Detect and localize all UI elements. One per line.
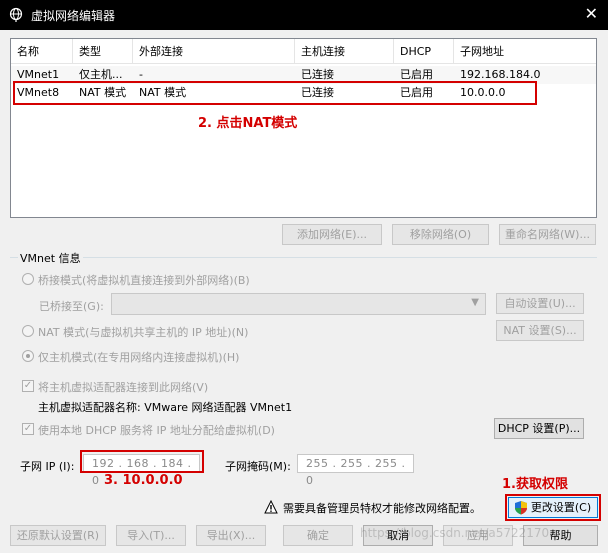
- import-button[interactable]: 导入(T)...: [116, 525, 186, 546]
- connect-adapter-label: 将主机虚拟适配器连接到此网络(V): [38, 381, 209, 394]
- col-name[interactable]: 名称: [11, 39, 73, 64]
- bridged-to-label: 已桥接至(G):: [39, 300, 104, 313]
- col-host[interactable]: 主机连接: [295, 39, 394, 64]
- vmnet-info-title: VMnet 信息: [18, 250, 83, 266]
- annotation-box-change-settings: [505, 494, 601, 521]
- bridged-to-select[interactable]: ▼: [111, 293, 486, 315]
- rename-network-button[interactable]: 重命名网络(W)...: [499, 224, 596, 245]
- bridged-label: 桥接模式(将虚拟机直接连接到外部网络)(B): [38, 274, 250, 287]
- col-subnet[interactable]: 子网地址: [454, 39, 597, 64]
- hostonly-radio[interactable]: [22, 350, 34, 362]
- table-header: 名称 类型 外部连接 主机连接 DHCP 子网地址: [11, 39, 596, 64]
- col-external[interactable]: 外部连接: [133, 39, 295, 64]
- export-button[interactable]: 导出(X)...: [196, 525, 266, 546]
- annotation-step1: 1.获取权限: [502, 477, 568, 492]
- title-bar: 虚拟网络编辑器 ✕: [0, 0, 608, 30]
- nat-radio[interactable]: [22, 325, 34, 337]
- watermark: https://blog.csdn.net/a5722170: [360, 526, 550, 540]
- window-title: 虚拟网络编辑器: [31, 9, 116, 23]
- connect-adapter-checkbox[interactable]: ✓: [22, 380, 34, 392]
- auto-settings-button[interactable]: 自动设置(U)...: [496, 293, 584, 314]
- dhcp-settings-button[interactable]: DHCP 设置(P)...: [494, 418, 584, 439]
- annotation-step3: 3. 10.0.0.0: [104, 473, 183, 488]
- dhcp-label: 使用本地 DHCP 服务将 IP 地址分配给虚拟机(D): [38, 424, 275, 437]
- nat-settings-button[interactable]: NAT 设置(S)...: [496, 320, 584, 341]
- dhcp-checkbox[interactable]: ✓: [22, 423, 34, 435]
- network-table[interactable]: 名称 类型 外部连接 主机连接 DHCP 子网地址 VMnet1 仅主机... …: [10, 38, 597, 218]
- restore-defaults-button[interactable]: 还原默认设置(R): [10, 525, 106, 546]
- warning-triangle-icon: [264, 500, 278, 514]
- close-icon[interactable]: ✕: [585, 4, 598, 23]
- group-divider: [10, 257, 597, 258]
- annotation-step2: 2. 点击NAT模式: [198, 116, 298, 131]
- chevron-down-icon: ▼: [471, 297, 479, 308]
- annotation-box-vmnet8: [13, 81, 537, 105]
- nat-label: NAT 模式(与虚拟机共享主机的 IP 地址)(N): [38, 326, 249, 339]
- subnet-ip-label: 子网 IP (I):: [20, 460, 75, 473]
- col-type[interactable]: 类型: [73, 39, 133, 64]
- remove-network-button[interactable]: 移除网络(O): [392, 224, 489, 245]
- hostonly-label: 仅主机模式(在专用网络内连接虚拟机)(H): [38, 351, 240, 364]
- adapter-name-label: 主机虚拟适配器名称: VMware 网络适配器 VMnet1: [38, 401, 293, 414]
- col-dhcp[interactable]: DHCP: [394, 39, 454, 64]
- network-globe-icon: [9, 7, 23, 22]
- ok-button[interactable]: 确定: [283, 525, 353, 546]
- bridged-radio[interactable]: [22, 273, 34, 285]
- add-network-button[interactable]: 添加网络(E)...: [282, 224, 382, 245]
- admin-notice: 需要具备管理员特权才能修改网络配置。: [283, 502, 481, 515]
- subnet-mask-field[interactable]: 255 . 255 . 255 . 0: [297, 454, 414, 487]
- annotation-box-subnet-ip: [80, 450, 204, 473]
- subnet-mask-label: 子网掩码(M):: [225, 460, 291, 473]
